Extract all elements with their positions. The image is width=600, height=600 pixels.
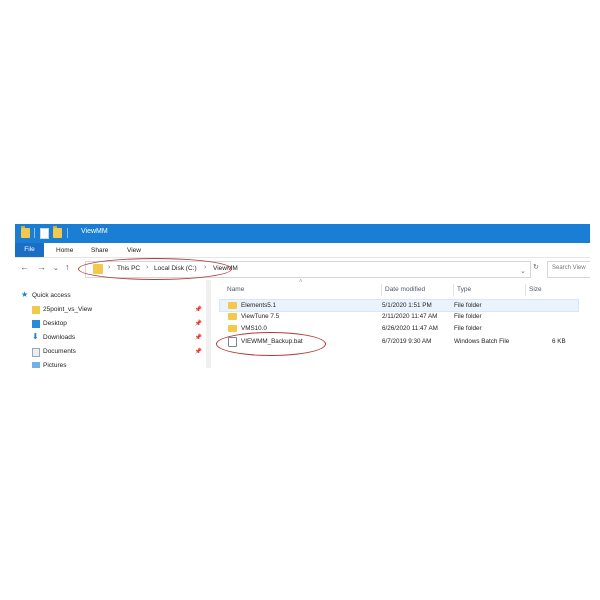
divider	[67, 228, 68, 238]
file-row[interactable]: ViewTune 7.5 2/11/2020 11:47 AM File fol…	[220, 311, 578, 322]
sort-arrow-icon: ˄	[299, 279, 303, 285]
tab-home[interactable]: Home	[56, 245, 73, 257]
up-arrow-icon[interactable]: ↑	[65, 262, 70, 272]
tab-share[interactable]: Share	[91, 245, 108, 257]
nav-item-desktop[interactable]: Desktop 📌	[32, 318, 202, 330]
column-divider[interactable]	[453, 284, 454, 296]
navigation-pane: ★ Quick access 25point_vs_View 📌 Desktop…	[15, 280, 211, 368]
column-divider[interactable]	[381, 284, 382, 296]
nav-pane-scrollbar[interactable]	[206, 280, 211, 368]
nav-item-quick-access[interactable]: ★ Quick access	[21, 290, 201, 302]
column-header-name[interactable]: Name	[227, 286, 244, 293]
column-header-date-modified[interactable]: Date modified	[385, 286, 425, 293]
pin-icon[interactable]: 📌	[195, 318, 202, 330]
pin-icon[interactable]: 📌	[195, 304, 202, 316]
nav-item-documents[interactable]: Documents 📌	[32, 346, 202, 358]
navigation-bar: ← → ⌄ ↑ › This PC › Local Disk (C:) › Vi…	[15, 258, 590, 280]
tab-file[interactable]: File	[15, 243, 44, 257]
download-icon: ⬇	[32, 332, 39, 341]
recent-locations-icon[interactable]: ⌄	[53, 264, 59, 272]
column-header-size[interactable]: Size	[529, 286, 542, 293]
properties-icon[interactable]	[40, 228, 49, 239]
folder-icon	[21, 226, 30, 238]
tab-view[interactable]: View	[127, 245, 141, 257]
refresh-icon[interactable]: ↻	[533, 263, 539, 271]
search-placeholder: Search View	[552, 265, 586, 271]
forward-arrow-icon[interactable]: →	[37, 262, 46, 272]
pin-icon[interactable]: 📌	[195, 346, 202, 358]
file-explorer-window: ViewMM File Home Share View ← → ⌄ ↑ › Th…	[15, 224, 590, 368]
window-title: ViewMM	[81, 228, 108, 235]
ribbon-tabs: File Home Share View	[15, 243, 590, 258]
address-dropdown-icon[interactable]: ⌄	[520, 267, 526, 275]
nav-item-pictures[interactable]: Pictures	[32, 360, 202, 368]
column-divider[interactable]	[525, 284, 526, 296]
back-arrow-icon[interactable]: ←	[20, 262, 29, 272]
star-icon: ★	[21, 290, 29, 299]
column-header-type[interactable]: Type	[457, 286, 471, 293]
document-icon	[32, 348, 40, 357]
nav-item-25point-vs-view[interactable]: 25point_vs_View 📌	[32, 304, 202, 316]
desktop-icon	[32, 320, 40, 328]
folder-icon	[228, 302, 237, 309]
picture-icon	[32, 362, 40, 368]
folder-icon	[228, 313, 237, 320]
nav-item-downloads[interactable]: ⬇ Downloads 📌	[32, 332, 202, 344]
pin-icon[interactable]: 📌	[195, 332, 202, 344]
new-folder-icon[interactable]	[53, 226, 62, 238]
annotation-oval	[216, 332, 326, 356]
divider	[34, 228, 35, 238]
folder-icon	[32, 306, 40, 314]
annotation-oval	[78, 258, 232, 280]
title-bar: ViewMM	[15, 224, 590, 243]
folder-icon	[228, 325, 237, 332]
search-input[interactable]: Search View	[547, 261, 590, 278]
